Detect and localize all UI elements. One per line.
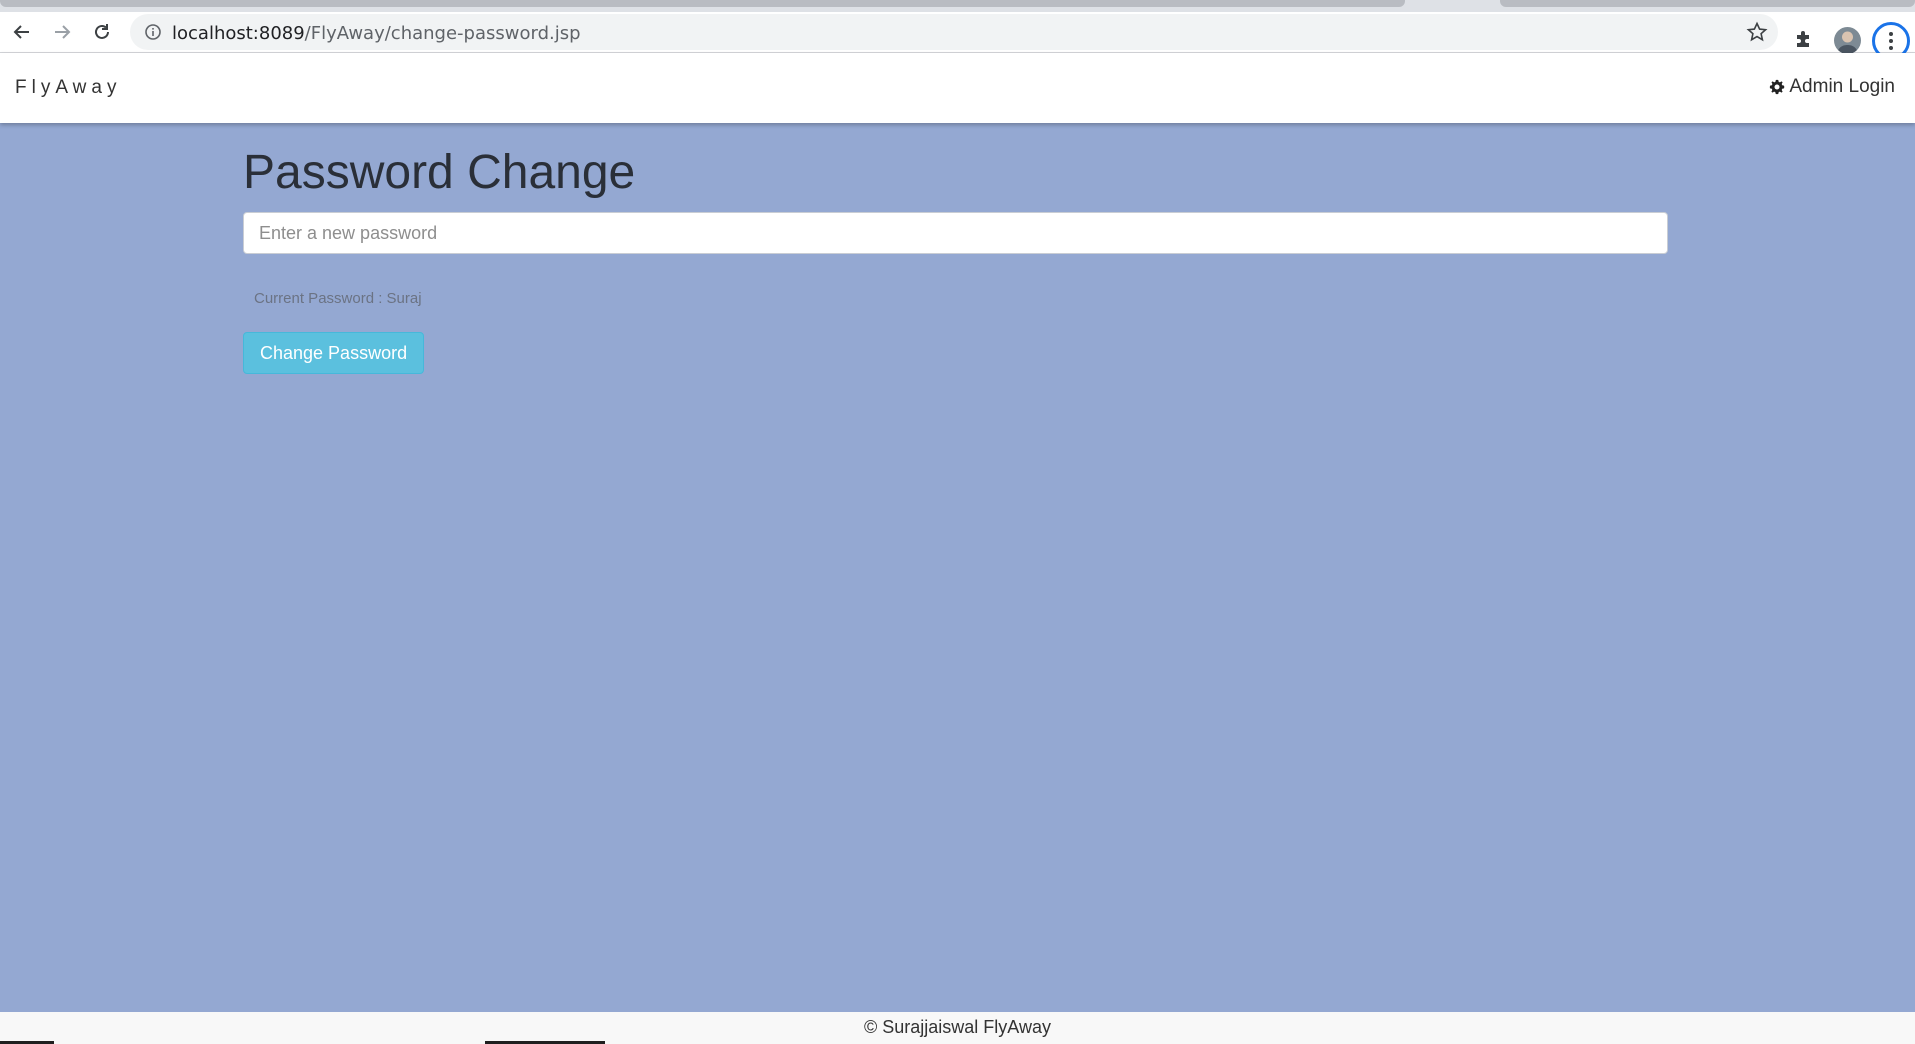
change-password-button[interactable]: Change Password — [243, 332, 425, 374]
star-icon[interactable] — [1746, 21, 1768, 48]
arrow-right-icon — [55, 25, 71, 39]
new-password-input[interactable] — [243, 212, 1668, 254]
page-title: Password Change — [243, 146, 636, 199]
url-path: /FlyAway/change-password.jsp — [304, 23, 581, 44]
browser-tab[interactable] — [0, 0, 1405, 7]
arrow-left-icon — [13, 25, 29, 39]
back-button[interactable] — [6, 16, 38, 48]
forward-button[interactable] — [46, 16, 78, 48]
admin-login-link[interactable]: Admin Login — [1769, 76, 1895, 98]
reload-icon — [95, 24, 109, 39]
gear-icon — [1770, 79, 1785, 95]
browser-tab[interactable] — [1500, 0, 1915, 7]
browser-toolbar: localhost:8089/FlyAway/change-password.j… — [0, 12, 1915, 60]
footer-copyright: © Surajjaiswal FlyAway — [864, 1017, 1051, 1037]
browser-tab-strip — [0, 0, 1915, 12]
info-icon[interactable] — [144, 23, 162, 46]
url-host: localhost:8089 — [172, 23, 305, 44]
password-change-panel: Password Change Current Password : Suraj… — [243, 145, 1668, 374]
avatar[interactable] — [1834, 27, 1861, 54]
footer: © Surajjaiswal FlyAway — [0, 1012, 1915, 1044]
brand-logo[interactable]: FlyAway — [15, 77, 121, 99]
url-text[interactable]: localhost:8089/FlyAway/change-password.j… — [172, 23, 581, 44]
current-password-text: Current Password : Suraj — [254, 290, 422, 307]
app-navbar: FlyAway Admin Login — [0, 53, 1915, 123]
admin-login-label: Admin Login — [1789, 76, 1895, 97]
puzzle-icon[interactable] — [1793, 28, 1815, 55]
address-bar[interactable]: localhost:8089/FlyAway/change-password.j… — [130, 14, 1778, 50]
reload-button[interactable] — [86, 16, 118, 48]
